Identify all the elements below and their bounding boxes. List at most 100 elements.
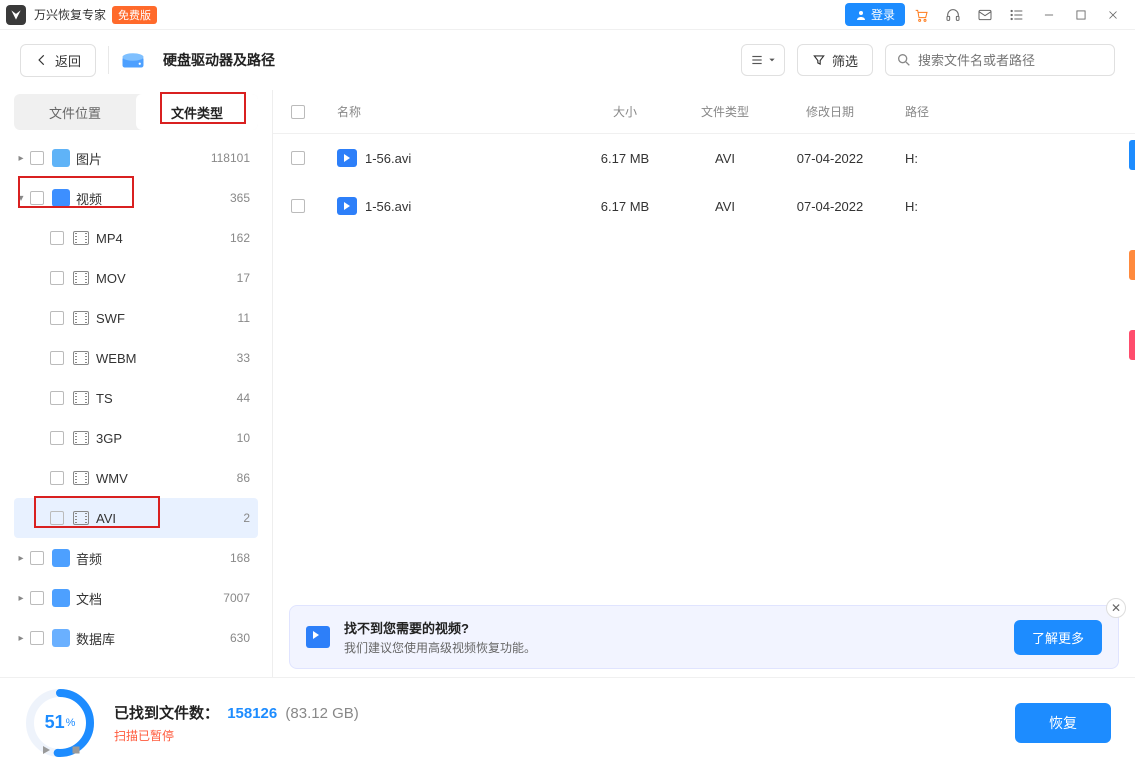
tree-label: WEBM (96, 351, 136, 366)
checkbox[interactable] (30, 151, 44, 165)
tree-item-wmv[interactable]: WMV 86 (14, 458, 258, 498)
table-row[interactable]: 1-56.avi 6.17 MB AVI 07-04-2022 H: (273, 134, 1135, 182)
headset-icon[interactable] (937, 0, 969, 30)
file-name: 1-56.avi (305, 149, 575, 167)
back-button[interactable]: 返回 (20, 44, 96, 77)
filter-button[interactable]: 筛选 (797, 44, 873, 76)
tree-count: 168 (230, 551, 250, 565)
film-icon (72, 229, 90, 247)
edge-accent (1129, 330, 1135, 360)
row-checkbox[interactable] (291, 151, 305, 165)
view-toggle[interactable] (741, 44, 785, 76)
checkbox[interactable] (50, 311, 64, 325)
checkbox[interactable] (50, 391, 64, 405)
drive-title: 硬盘驱动器及路径 (163, 50, 275, 70)
search-box[interactable] (885, 44, 1115, 76)
scan-status: 扫描已暂停 (114, 727, 359, 744)
cart-icon[interactable] (905, 0, 937, 30)
play-icon[interactable] (40, 743, 52, 761)
mail-icon[interactable] (969, 0, 1001, 30)
found-size: (83.12 GB) (285, 705, 358, 722)
search-input[interactable] (918, 53, 1104, 68)
close-button[interactable] (1097, 0, 1129, 30)
col-type[interactable]: 文件类型 (675, 103, 775, 120)
image-icon (52, 149, 70, 167)
tab-file-location[interactable]: 文件位置 (14, 94, 136, 130)
tree-count: 44 (237, 391, 250, 405)
edge-accent (1129, 250, 1135, 280)
row-checkbox[interactable] (291, 199, 305, 213)
recover-button[interactable]: 恢复 (1015, 703, 1111, 743)
tree-label: WMV (96, 471, 128, 486)
progress-percent: 51 (45, 712, 65, 733)
tip-subtitle: 我们建议您使用高级视频恢复功能。 (344, 639, 536, 656)
filter-label: 筛选 (832, 51, 858, 70)
titlebar: 万兴恢复专家 免费版 登录 (0, 0, 1135, 30)
tree-item-ts[interactable]: TS 44 (14, 378, 258, 418)
tree-item-audio[interactable]: ▸ 音频 168 (14, 538, 258, 578)
film-icon (72, 389, 90, 407)
checkbox[interactable] (50, 231, 64, 245)
expand-icon[interactable]: ▸ (14, 593, 28, 604)
found-files-line: 已找到文件数： 158126 (83.12 GB) (114, 702, 359, 723)
tree-count: 7007 (223, 591, 250, 605)
tree-item-swf[interactable]: SWF 11 (14, 298, 258, 338)
tree-item-avi[interactable]: AVI 2 (14, 498, 258, 538)
tree-item-mov[interactable]: MOV 17 (14, 258, 258, 298)
found-count: 158126 (227, 705, 277, 722)
file-size: 6.17 MB (575, 199, 675, 214)
checkbox[interactable] (30, 591, 44, 605)
tip-close-button[interactable]: ✕ (1106, 598, 1126, 618)
checkbox[interactable] (30, 551, 44, 565)
video-icon (306, 626, 330, 648)
tree-item-webm[interactable]: WEBM 33 (14, 338, 258, 378)
stop-icon[interactable] (70, 743, 82, 761)
learn-more-button[interactable]: 了解更多 (1014, 620, 1102, 655)
tree-label: 文档 (76, 589, 102, 608)
file-name: 1-56.avi (305, 197, 575, 215)
video-file-icon (337, 149, 357, 167)
login-button[interactable]: 登录 (845, 3, 905, 26)
tree-label: 3GP (96, 431, 122, 446)
tree-count: 86 (237, 471, 250, 485)
expand-icon[interactable]: ▸ (14, 633, 28, 644)
col-date[interactable]: 修改日期 (775, 103, 885, 120)
found-label: 已找到文件数： (114, 705, 219, 722)
collapse-icon[interactable]: ▾ (14, 193, 28, 204)
expand-icon[interactable]: ▸ (14, 153, 28, 164)
maximize-button[interactable] (1065, 0, 1097, 30)
tree-item-database[interactable]: ▸ 数据库 630 (14, 618, 258, 658)
tab-file-type[interactable]: 文件类型 (136, 94, 258, 130)
checkbox[interactable] (50, 511, 64, 525)
free-badge: 免费版 (112, 6, 157, 24)
checkbox[interactable] (50, 471, 64, 485)
checkbox[interactable] (50, 271, 64, 285)
col-path[interactable]: 路径 (885, 103, 965, 120)
tree-count: 365 (230, 191, 250, 205)
table-row[interactable]: 1-56.avi 6.17 MB AVI 07-04-2022 H: (273, 182, 1135, 230)
checkbox[interactable] (50, 431, 64, 445)
app-icon (6, 5, 26, 25)
film-icon (72, 469, 90, 487)
col-name[interactable]: 名称 (305, 103, 575, 120)
file-size: 6.17 MB (575, 151, 675, 166)
checkbox[interactable] (50, 351, 64, 365)
database-icon (52, 629, 70, 647)
edge-accent (1129, 140, 1135, 170)
checkbox[interactable] (30, 631, 44, 645)
minimize-button[interactable] (1033, 0, 1065, 30)
tree-item-image[interactable]: ▸ 图片 118101 (14, 138, 258, 178)
tree-item-mp4[interactable]: MP4 162 (14, 218, 258, 258)
tree-item-video[interactable]: ▾ 视频 365 (14, 178, 258, 218)
tree-item-3gp[interactable]: 3GP 10 (14, 418, 258, 458)
tree-item-document[interactable]: ▸ 文档 7007 (14, 578, 258, 618)
checkbox[interactable] (30, 191, 44, 205)
expand-icon[interactable]: ▸ (14, 553, 28, 564)
tip-bar: 找不到您需要的视频? 我们建议您使用高级视频恢复功能。 了解更多 ✕ (289, 605, 1119, 669)
tree-count: 11 (238, 311, 250, 325)
file-type: AVI (675, 199, 775, 214)
select-all-checkbox[interactable] (291, 105, 305, 119)
tree-label: TS (96, 391, 113, 406)
list-icon[interactable] (1001, 0, 1033, 30)
col-size[interactable]: 大小 (575, 103, 675, 120)
